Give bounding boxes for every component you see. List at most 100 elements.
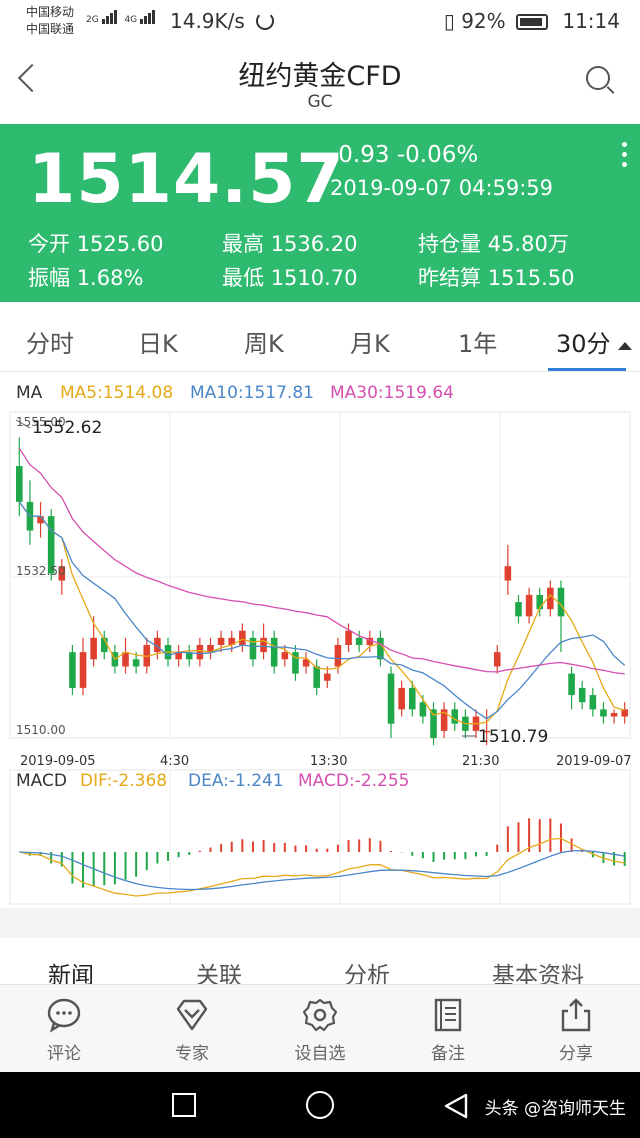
candle-body [345,630,352,645]
y-tick-label: 1532.50 [16,564,66,578]
ma30-line [18,447,625,675]
candle-body [260,637,267,653]
chart-area[interactable]: MA MA5:1514.08 MA10:1517.81 MA30:1519.64… [0,372,640,908]
stat-low: 最低 1510.70 [222,262,358,292]
nav-add-watchlist[interactable]: 设自选 [256,985,384,1073]
nav-note[interactable]: 备注 [384,985,512,1073]
stat-value: 1510.70 [270,266,358,290]
status-bar: 中国移动 中国联通 2G 4G 14.9K/s ▯ 92% 11:14 [0,0,640,44]
nav-share[interactable]: 分享 [512,985,640,1073]
period-tabs: 分时 日K 周K 月K 1年 30分 [0,302,640,372]
candle-body [504,566,512,581]
x-tick-label: 2019-09-05 [20,754,96,769]
nav-label: 专家 [175,1044,209,1064]
stat-label: 持仓量 [418,232,481,256]
nav-label: 分享 [559,1044,593,1064]
x-ticks-group: 2019-09-05 4:30 13:30 21:30 2019-09-07 [20,754,632,769]
candle-body [419,702,427,717]
stat-value: 1515.50 [487,266,575,290]
diamond-icon [176,999,208,1031]
candle-body [132,659,140,667]
stat-value: 1.68% [76,266,144,290]
vibrate-icon: ▯ [443,9,455,33]
stat-open: 今开 1525.60 [28,228,164,258]
signal-icon [101,10,118,27]
watermark: 头条 @咨询师天生 [484,1099,626,1119]
nav-comment[interactable]: 评论 [0,985,128,1073]
macd-group [19,818,626,897]
candle-body [355,637,363,645]
candles-group [16,437,628,746]
x-tick-label: 4:30 [160,754,189,769]
active-tab-indicator [548,368,626,371]
carrier-1: 中国移动 [26,5,75,19]
bottom-nav: 评论 专家 设自选 备注 分享 [0,984,640,1072]
y-tick-label: 1510.00 [16,723,66,737]
candle-body [270,637,278,667]
candle-body [324,673,331,681]
battery-icon [516,14,548,30]
candle-body [16,466,23,502]
net-type-1: 2G [86,15,99,25]
back-triangle-icon[interactable] [442,1092,470,1120]
tab-30min[interactable]: 30分 [556,324,611,359]
carrier-info: 中国移动 中国联通 [26,4,74,38]
x-tick-label: 2019-09-07 [556,754,632,769]
candle-body [90,637,97,660]
stat-prev-settle: 昨结算 1515.50 [418,262,575,292]
tab-weekly-k[interactable]: 周K [244,324,284,359]
price-change: -0.93 -0.06% [330,142,479,168]
candle-body [451,709,459,724]
dif-line [19,837,625,897]
candle-body [430,709,437,738]
tab-dropdown-icon[interactable] [618,342,632,350]
stat-value: 1536.20 [270,232,358,256]
gear-icon [302,998,338,1032]
page-subtitle: GC [307,92,333,112]
chart-frame [9,411,631,739]
current-price: 1514.57 [28,140,345,219]
app-header: 纽约黄金CFD GC [0,44,640,124]
stat-label: 振幅 [28,266,70,290]
nav-expert[interactable]: 专家 [128,985,256,1073]
ma-legend-label: MA [16,383,43,403]
y-ticks-group: 1555.001532.501510.00 [16,415,66,737]
status-right: ▯ 92% 11:14 [444,9,620,33]
candle-body [568,673,575,696]
x-tick-label: 13:30 [310,754,347,769]
tab-monthly-k[interactable]: 月K [350,324,390,359]
tab-daily-k[interactable]: 日K [138,324,178,359]
candle-body [334,644,342,667]
candle-body [313,666,320,688]
tab-one-year[interactable]: 1年 [458,324,497,359]
system-nav-bar: 头条 @咨询师天生 [0,1072,640,1138]
ma-lines-group [18,447,626,725]
recent-apps-icon[interactable] [172,1093,196,1117]
nav-label: 评论 [47,1044,81,1064]
stat-label: 最低 [222,266,264,290]
candlestick-chart[interactable]: MA MA5:1514.08 MA10:1517.81 MA30:1519.64… [0,372,640,908]
net-type-2: 4G [124,15,138,25]
stat-label: 今开 [28,232,70,256]
candle-body [79,652,87,688]
dea-legend: DEA:-1.241 [188,771,284,791]
candle-body [408,687,416,710]
tab-intraday[interactable]: 分时 [26,324,74,359]
search-icon[interactable] [586,66,610,90]
candle-body [217,637,225,645]
note-icon [434,998,462,1032]
candle-body [578,687,586,703]
stat-label: 昨结算 [418,266,481,290]
more-icon[interactable] [622,142,628,172]
ma5-legend: MA5:1514.08 [60,383,173,403]
candle-body [600,709,607,717]
stat-label: 最高 [222,232,264,256]
macd-legend-label: MACD [16,771,67,791]
network-speed: 14.9K/s [170,9,245,33]
stat-value: 1525.60 [76,232,164,256]
ma5-line [18,501,625,725]
sync-icon [256,12,274,30]
carrier-2: 中国联通 [26,22,75,36]
home-icon[interactable] [306,1091,334,1119]
network-indicator: 2G 4G [86,10,156,27]
